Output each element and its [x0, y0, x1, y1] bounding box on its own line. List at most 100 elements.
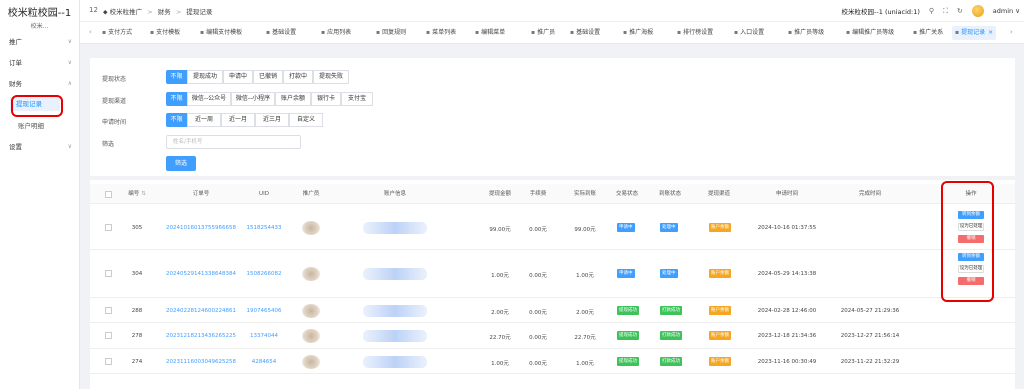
- breadcrumb-item[interactable]: 财务: [158, 8, 171, 16]
- tab-item[interactable]: ▪ 推广员等级: [785, 26, 827, 40]
- image-icon: ▪: [623, 29, 628, 36]
- filter-label-status: 提现状态: [102, 76, 127, 83]
- top-right-area: 校米粒校园--1 (uniacid:1) ⚲ ⛶ ↻ admin ∨: [842, 3, 1020, 19]
- table-row: 305 20241016013755966658 1518254433 99.00元 0…: [90, 205, 1015, 250]
- tab-item[interactable]: ▪ 推广海报: [620, 26, 656, 40]
- filter-time-option[interactable]: 自定义: [289, 113, 323, 127]
- breadcrumb-item: 提现记录: [186, 8, 213, 16]
- close-icon[interactable]: ×: [988, 29, 993, 36]
- menu-number[interactable]: 12: [89, 6, 98, 14]
- column-header-label: 提现渠道: [707, 191, 730, 197]
- refresh-icon[interactable]: ↻: [957, 7, 963, 15]
- search-input[interactable]: [166, 135, 301, 149]
- sidebar-group-label: 订单: [9, 59, 22, 67]
- tab-item[interactable]: ▪ 菜单列表: [423, 26, 459, 40]
- status-badge: 打款成功: [660, 306, 682, 315]
- search-icon[interactable]: ⚲: [929, 7, 934, 15]
- sidebar-item-account-details[interactable]: 账户明细: [12, 119, 80, 133]
- tab-item[interactable]: ▪ 提现记录 ×: [952, 26, 997, 40]
- school-name[interactable]: 校米粒校园--1 (uniacid:1): [842, 6, 920, 16]
- status-badge: 账户余额: [709, 331, 731, 340]
- filter-channel-option[interactable]: 支付宝: [341, 92, 373, 106]
- user-icon: ▪: [788, 29, 793, 36]
- breadcrumb: ⬥ 校米粒推广 > 财务 > 提现记录: [103, 6, 212, 17]
- filter-channel-option[interactable]: 银行卡: [311, 92, 341, 106]
- avatar: [302, 304, 320, 318]
- tab-item[interactable]: ▪ 应用列表: [318, 26, 354, 40]
- cell-uid[interactable]: 1907465406: [219, 308, 309, 314]
- cell-uid[interactable]: 1508266082: [219, 271, 309, 277]
- tab-item[interactable]: ▪ 排行榜设置: [674, 26, 716, 40]
- cell-uid[interactable]: 1518254433: [219, 225, 309, 231]
- tab-item[interactable]: ▪ 入口设置: [731, 26, 767, 40]
- chevron-left-icon[interactable]: ‹: [89, 28, 92, 36]
- status-badge: 打款成功: [660, 331, 682, 340]
- sidebar-group-finance[interactable]: 财务 ∧: [0, 77, 80, 91]
- tab-item[interactable]: ▪ 支付方式: [99, 26, 135, 40]
- sidebar-group-settings[interactable]: 设置 ∨: [0, 140, 80, 154]
- tab-item[interactable]: ▪ 推广员: [528, 26, 558, 40]
- cell-apply_time: 2024-02-28 12:46:00: [757, 308, 817, 314]
- filter-channel-option[interactable]: 不限: [166, 92, 187, 106]
- filter-status-option[interactable]: 提现成功: [187, 70, 223, 84]
- filter-status-option[interactable]: 不限: [166, 70, 187, 84]
- cell-apply_time: 2023-11-16 00:30:49: [757, 359, 817, 365]
- status-badge: 打款成功: [660, 357, 682, 366]
- status-badge: 提现成功: [617, 331, 639, 340]
- sort-icon[interactable]: ⇅: [141, 191, 146, 197]
- tab-label: 推广员: [537, 29, 556, 36]
- cell-finish_time: 2024-05-27 21:29:36: [840, 308, 900, 314]
- table-header: 编号 ⇅ 订单号 UID 推广员 账户信息 提现金额 手续费 实际到账 交易状态 到账状态 提现渠道申…: [90, 184, 1015, 204]
- avatar[interactable]: [971, 5, 984, 17]
- cell-apply_time: 2024-10-16 01:37:55: [757, 225, 817, 231]
- chevron-up-icon: ∧: [67, 80, 72, 87]
- table-row: 278 20231218213436265225 13374044 22.70元 0.0…: [90, 323, 1015, 349]
- filter-time-option[interactable]: 近一月: [221, 113, 255, 127]
- cell-finish_time: 2023-11-22 21:32:29: [840, 359, 900, 365]
- top-bar: 12 ⬥ 校米粒推广 > 财务 > 提现记录 校米粒校园--1 (uniacid…: [80, 0, 1024, 22]
- filter-label-search: 筛选: [102, 141, 115, 148]
- status-badge: 账户余额: [709, 306, 731, 315]
- fullscreen-icon[interactable]: ⛶: [943, 7, 948, 16]
- column-header-label: 账户信息: [383, 191, 406, 197]
- filter-channel-option[interactable]: 账户余额: [275, 92, 311, 106]
- tab-item[interactable]: ▪ 编辑支付模板: [197, 26, 245, 40]
- breadcrumb-item[interactable]: 校米粒推广: [110, 8, 143, 16]
- filter-status-option[interactable]: 提现失败: [313, 70, 349, 84]
- sidebar-group-orders[interactable]: 订单 ∨: [0, 56, 80, 70]
- filter-time-option[interactable]: 不限: [166, 113, 187, 127]
- tab-item[interactable]: ▪ 编辑菜单: [472, 26, 508, 40]
- column-header-label: 编号: [128, 191, 140, 197]
- avatar: [302, 267, 320, 281]
- tab-item[interactable]: ▪ 基础设置: [263, 26, 299, 40]
- user-name[interactable]: admin ∨: [993, 7, 1020, 15]
- cell-apply_time: 2024-05-29 14:13:38: [757, 271, 817, 277]
- filter-channel-option[interactable]: 微信--公众号: [187, 92, 231, 106]
- tab-item[interactable]: ▪ 支付模板: [147, 26, 183, 40]
- tab-item[interactable]: ▪ 基础设置: [567, 26, 603, 40]
- column-header: 申请时间: [747, 184, 827, 204]
- filter-channel-option[interactable]: 微信--小程序: [231, 92, 275, 106]
- filter-status-option[interactable]: 已撤销: [253, 70, 283, 84]
- tab-label: 编辑推广员等级: [852, 29, 895, 36]
- tab-label: 支付模板: [156, 29, 181, 36]
- column-header: 账户信息: [355, 184, 435, 204]
- cell-finish_time: 2023-12-27 21:56:14: [840, 333, 900, 339]
- tab-item[interactable]: ▪ 回复规则: [373, 26, 409, 40]
- filter-time-option[interactable]: 近三月: [255, 113, 289, 127]
- tab-label: 推广海报: [629, 29, 654, 36]
- avatar: [302, 355, 320, 369]
- receipt-icon: ▪: [102, 29, 107, 36]
- filter-status-option[interactable]: 申请中: [223, 70, 253, 84]
- sidebar-group-promotion[interactable]: 推广 ∨: [0, 35, 80, 49]
- filter-status-option[interactable]: 打款中: [283, 70, 313, 84]
- gear-icon: ▪: [266, 29, 271, 36]
- cell-uid[interactable]: 4284654: [219, 359, 309, 365]
- chevron-right-icon[interactable]: ›: [1010, 28, 1013, 36]
- tab-item[interactable]: ▪ 推广关系: [910, 26, 946, 40]
- filter-submit-button[interactable]: 筛选: [166, 156, 196, 171]
- filter-time-option[interactable]: 近一周: [187, 113, 221, 127]
- cell-uid[interactable]: 13374044: [219, 333, 309, 339]
- tab-item[interactable]: ▪ 编辑推广员等级: [843, 26, 897, 40]
- status-badge: 处理中: [660, 223, 678, 232]
